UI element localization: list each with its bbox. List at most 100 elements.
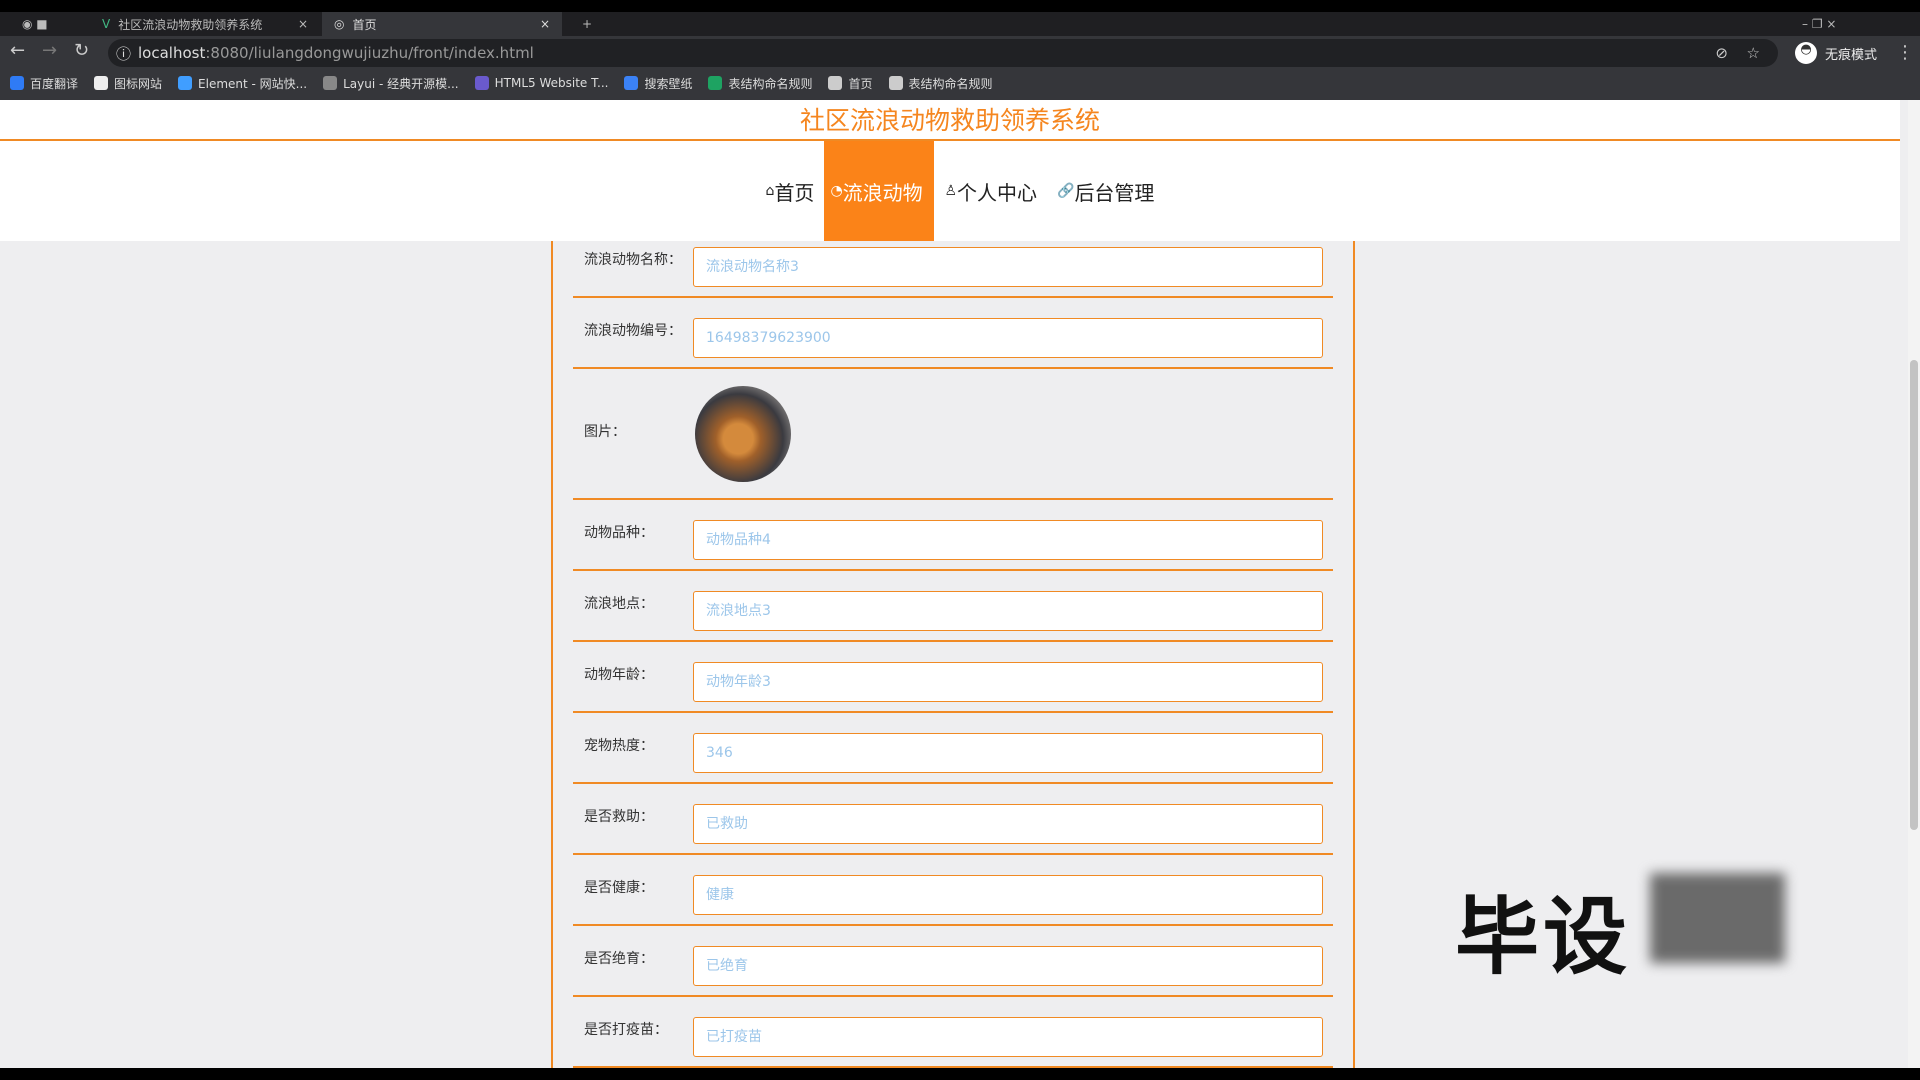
site-title: 社区流浪动物救助领养系统 xyxy=(0,100,1900,141)
nav-item-3[interactable]: 🔗 后台管理 xyxy=(1047,141,1164,241)
new-tab-button[interactable]: + xyxy=(570,12,604,36)
bookmark-icon xyxy=(178,76,193,90)
bookmark-label: 表结构命名规则 xyxy=(728,76,813,91)
bookmark-icon xyxy=(888,76,903,90)
nav-item-1[interactable]: ◔ 流浪动物 xyxy=(824,141,935,241)
bookmark-label: 表结构命名规则 xyxy=(908,76,993,91)
bookmark-icon xyxy=(624,76,639,90)
browser-tab-bar: ◉ ■ V 社区流浪动物救助领养系统 × ◎ 首页 × + – ❐ × xyxy=(0,12,1920,36)
bookmark-label: HTML5 Website T... xyxy=(494,76,609,90)
bookmark-item[interactable]: Layui - 经典开源模... xyxy=(323,75,459,92)
nav-icon: ⌂ xyxy=(765,183,775,199)
field-input[interactable]: 16498379623900 xyxy=(693,318,1323,358)
form-row: 流浪动物编号： 16498379623900 xyxy=(573,298,1333,369)
form-row: 是否救助： 已救助 xyxy=(573,784,1333,855)
bookmark-icon xyxy=(708,76,723,90)
nav-label: 流浪动物 xyxy=(842,180,923,205)
scrollbar-thumb[interactable] xyxy=(1910,360,1918,830)
bookmark-label: 图标网站 xyxy=(114,76,163,91)
field-label: 宠物热度： xyxy=(584,738,654,754)
url-path: :8080/liulangdongwujiuzhu/front/index.ht… xyxy=(205,44,534,62)
field-input[interactable]: 346 xyxy=(693,733,1323,773)
tab-title: 首页 xyxy=(352,17,377,32)
field-label: 动物品种： xyxy=(584,525,654,541)
back-icon[interactable]: ← xyxy=(10,40,25,61)
field-label: 是否健康： xyxy=(584,880,654,896)
form-row: 流浪地点： 流浪地点3 xyxy=(573,571,1333,642)
nav-label: 个人中心 xyxy=(957,180,1037,205)
main-nav: ⌂ 首页 ◔ 流浪动物 ♙ 个人中心 🔗 后台管理 xyxy=(0,141,1900,241)
bookmark-item[interactable]: Element - 网站快... xyxy=(178,75,307,92)
bottom-bar xyxy=(0,1068,1920,1080)
close-tab-icon[interactable]: × xyxy=(540,17,550,31)
bookmarks-bar: 百度翻译 图标网站 Element - 网站快... Layui - 经典开源模...… xyxy=(0,70,993,96)
bookmark-icon xyxy=(323,76,338,90)
close-tab-icon[interactable]: × xyxy=(298,17,308,31)
field-label: 动物年龄： xyxy=(584,667,654,683)
field-input[interactable]: 已打疫苗 xyxy=(693,1017,1323,1057)
browser-tab-active[interactable]: ◎ 首页 × xyxy=(322,12,562,36)
nav-item-2[interactable]: ♙ 个人中心 xyxy=(934,141,1047,241)
form-row: 是否绝育： 已绝育 xyxy=(573,926,1333,997)
bookmark-item[interactable]: 表结构命名规则 xyxy=(708,75,812,92)
field-input[interactable]: 动物年龄3 xyxy=(693,662,1323,702)
form-row: 动物年龄： 动物年龄3 xyxy=(573,642,1333,713)
form-row: 流浪动物名称： 流浪动物名称3 xyxy=(573,241,1333,298)
form-row: 是否打疫苗： 已打疫苗 xyxy=(573,997,1333,1068)
bookmark-icon xyxy=(828,76,843,90)
field-label: 图片： xyxy=(584,424,626,440)
nav-label: 首页 xyxy=(774,180,815,205)
form-row: 宠物热度： 346 xyxy=(573,713,1333,784)
field-input[interactable]: 已救助 xyxy=(693,804,1323,844)
bookmark-item[interactable]: 百度翻译 xyxy=(10,75,78,92)
nav-icon: 🔗 xyxy=(1057,183,1075,199)
nav-label: 后台管理 xyxy=(1074,180,1155,205)
field-label: 流浪动物编号： xyxy=(584,323,682,339)
bookmark-item[interactable]: 图标网站 xyxy=(94,75,162,92)
url-bar[interactable]: ⓘ localhost:8080/liulangdongwujiuzhu/fro… xyxy=(108,39,1778,67)
window-controls[interactable]: – ❐ × xyxy=(1790,12,1848,36)
animal-detail-form: 流浪动物名称： 流浪动物名称3 流浪动物编号： 16498379623900 图片： 动物… xyxy=(551,241,1355,1068)
bookmark-item[interactable]: HTML5 Website T... xyxy=(474,76,609,90)
reload-icon[interactable]: ↻ xyxy=(74,40,89,61)
globe-icon: ◎ xyxy=(334,17,345,31)
menu-icon[interactable]: ⋮ xyxy=(1896,42,1914,63)
browser-tab[interactable]: V 社区流浪动物救助领养系统 × xyxy=(90,12,320,36)
bookmark-label: Element - 网站快... xyxy=(198,76,308,91)
field-input[interactable]: 流浪动物名称3 xyxy=(693,247,1323,287)
bookmark-label: Layui - 经典开源模... xyxy=(343,76,459,91)
tab-strip-icons: ◉ ■ xyxy=(22,17,48,31)
field-input[interactable]: 动物品种4 xyxy=(693,520,1323,560)
blurred-watermark-region xyxy=(1650,873,1785,963)
page: 社区流浪动物救助领养系统 ⌂ 首页 ◔ 流浪动物 ♙ 个人中心 🔗 后台管理 流浪动物名称：流… xyxy=(0,100,1920,1068)
scrollbar[interactable] xyxy=(1908,100,1920,1068)
bookmark-icon xyxy=(10,76,24,90)
incognito-badge[interactable]: ◓ 无痕模式 xyxy=(1795,42,1877,64)
forward-icon[interactable]: → xyxy=(42,40,57,61)
field-input[interactable]: 健康 xyxy=(693,875,1323,915)
animal-photo xyxy=(695,386,791,482)
eye-off-icon[interactable]: ⊘ xyxy=(1715,44,1728,62)
nav-icon: ♙ xyxy=(944,183,957,199)
address-toolbar: ← → ↻ ⓘ localhost:8080/liulangdongwujiuz… xyxy=(0,36,1920,100)
form-row: 动物品种： 动物品种4 xyxy=(573,500,1333,571)
incognito-icon: ◓ xyxy=(1795,42,1817,64)
field-label: 流浪地点： xyxy=(584,596,654,612)
field-label: 是否绝育： xyxy=(584,951,654,967)
star-icon[interactable]: ☆ xyxy=(1747,44,1760,62)
field-label: 流浪动物名称： xyxy=(584,252,682,268)
tab-title: 社区流浪动物救助领养系统 xyxy=(118,17,263,32)
nav-item-0[interactable]: ⌂ 首页 xyxy=(756,141,825,241)
bookmark-label: 首页 xyxy=(848,76,873,91)
url-host: localhost xyxy=(138,44,206,62)
nav-icon: ◔ xyxy=(830,183,843,199)
bookmark-item[interactable]: 首页 xyxy=(828,75,873,92)
bookmark-item[interactable]: 表结构命名规则 xyxy=(888,75,993,92)
bookmark-item[interactable]: 搜索壁纸 xyxy=(624,75,692,92)
watermark: 毕设 xyxy=(1455,888,1632,986)
field-input[interactable]: 已绝育 xyxy=(693,946,1323,986)
field-input[interactable]: 流浪地点3 xyxy=(693,591,1323,631)
bookmark-icon xyxy=(474,76,489,90)
incognito-label: 无痕模式 xyxy=(1825,47,1878,63)
vue-icon: V xyxy=(102,17,111,31)
